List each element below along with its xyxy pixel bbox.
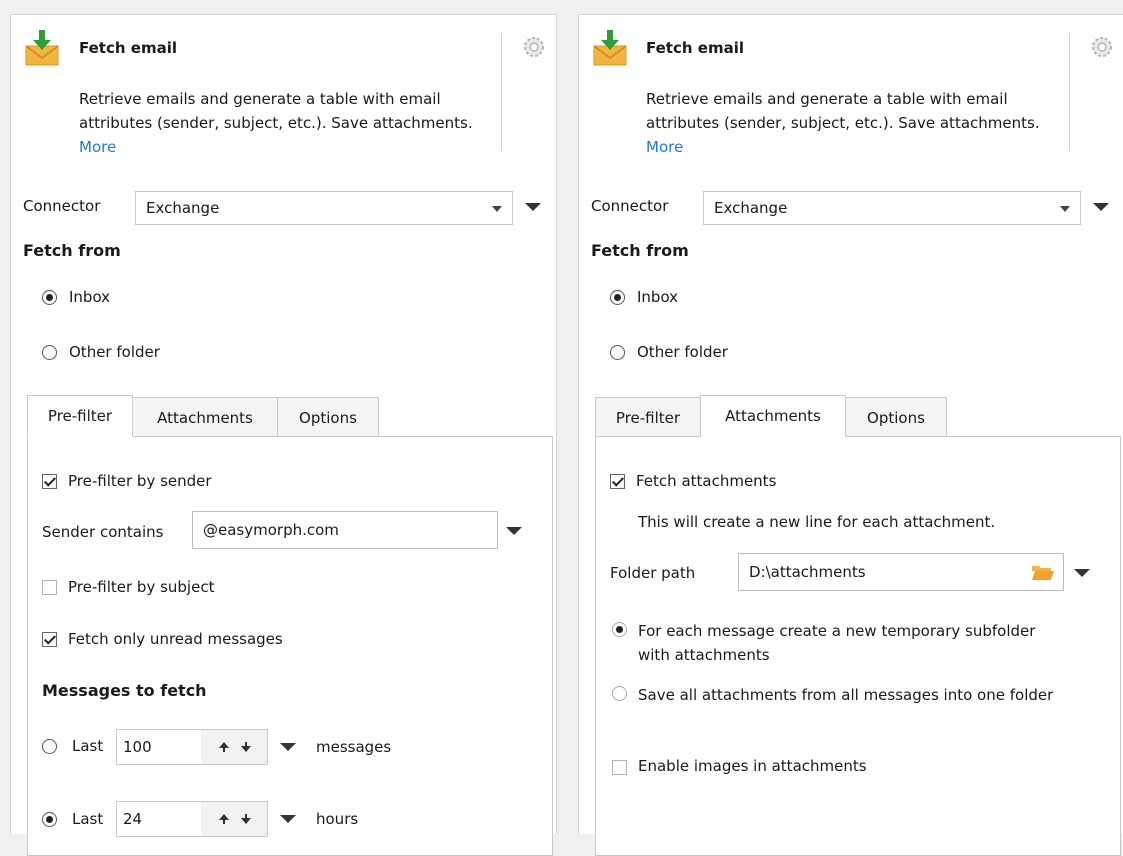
enable-images-checkbox[interactable] (612, 760, 627, 775)
more-link[interactable]: More (646, 138, 683, 156)
radio-other-folder[interactable] (42, 345, 57, 360)
increment-stem (223, 820, 225, 824)
messages-count-options-arrow-icon[interactable] (280, 743, 296, 751)
email-download-icon (593, 30, 627, 66)
radio-last-messages[interactable] (42, 739, 57, 754)
connector-select[interactable]: Exchange (703, 191, 1081, 225)
gear-icon[interactable] (1090, 35, 1114, 59)
fetch-attachments-checkbox[interactable] (610, 474, 625, 489)
tab-options[interactable]: Options (277, 397, 379, 437)
radio-temp-subfolder[interactable] (612, 622, 627, 637)
tab-pre-filter[interactable]: Pre-filter (595, 397, 701, 437)
prefilter-subject-checkbox[interactable] (42, 580, 57, 595)
messages-count-value: 100 (123, 738, 152, 756)
page-title: Fetch email (646, 39, 744, 57)
folder-path-value: D:\attachments (749, 563, 866, 581)
email-download-icon (25, 30, 59, 66)
tab-attachments[interactable]: Attachments (132, 397, 278, 437)
right-panel: Fetch email Retrieve emails and generate… (578, 14, 1123, 856)
hours-unit-label: hours (316, 810, 359, 828)
pre-filter-tab-content: Pre-filter by sender Sender contains @ea… (27, 436, 553, 856)
tool-description: Retrieve emails and generate a table wit… (79, 90, 473, 156)
prefilter-subject-label: Pre-filter by subject (68, 578, 215, 596)
chevron-down-icon (1060, 206, 1070, 212)
fetch-attachments-label: Fetch attachments (636, 472, 777, 490)
messages-to-fetch-heading: Messages to fetch (42, 681, 207, 700)
page-title: Fetch email (79, 39, 177, 57)
connector-value: Exchange (146, 199, 220, 217)
decrement-icon[interactable] (241, 746, 251, 752)
fetch-from-label: Fetch from (591, 241, 689, 260)
header-divider (501, 33, 502, 151)
header-divider (1069, 33, 1070, 151)
chevron-down-icon (492, 206, 502, 212)
radio-other-folder-label: Other folder (637, 343, 728, 361)
fetch-from-label: Fetch from (23, 241, 121, 260)
radio-other-folder[interactable] (610, 345, 625, 360)
connector-options-arrow-icon[interactable] (1093, 203, 1109, 211)
connector-select[interactable]: Exchange (135, 191, 513, 225)
sender-contains-input[interactable]: @easymorph.com (192, 511, 498, 549)
tab-options[interactable]: Options (845, 397, 947, 437)
messages-count-stepper[interactable]: 100 (116, 729, 268, 765)
unread-only-checkbox[interactable] (42, 632, 57, 647)
folder-icon[interactable] (1031, 563, 1055, 581)
hours-count-spin-buttons (201, 802, 267, 836)
radio-inbox-label: Inbox (69, 288, 111, 306)
radio-temp-subfolder-label: For each message create a new temporary … (638, 622, 1036, 664)
tab-attachments[interactable]: Attachments (700, 395, 846, 437)
sender-options-arrow-icon[interactable] (506, 527, 522, 535)
gear-icon[interactable] (522, 35, 546, 59)
folder-path-options-arrow-icon[interactable] (1074, 569, 1090, 577)
connector-value: Exchange (714, 199, 788, 217)
increment-stem (223, 748, 225, 752)
enable-images-label: Enable images in attachments (638, 757, 867, 775)
tool-description: Retrieve emails and generate a table wit… (646, 90, 1040, 156)
folder-path-label: Folder path (610, 564, 696, 582)
radio-inbox[interactable] (42, 290, 57, 305)
hours-count-options-arrow-icon[interactable] (280, 815, 296, 823)
radio-one-folder-label: Save all attachments from all messages i… (638, 686, 1054, 704)
radio-inbox-label: Inbox (637, 288, 679, 306)
hours-count-stepper[interactable]: 24 (116, 801, 268, 837)
decrement-icon[interactable] (241, 818, 251, 824)
messages-unit-label: messages (316, 738, 392, 756)
hours-count-value: 24 (123, 810, 143, 828)
attachments-tab-content: Fetch attachments This will create a new… (595, 436, 1121, 856)
radio-inbox[interactable] (610, 290, 625, 305)
connector-label: Connector (23, 197, 101, 215)
connector-label: Connector (591, 197, 669, 215)
radio-last-hours[interactable] (42, 812, 57, 827)
last-messages-label: Last (72, 737, 104, 755)
messages-count-spin-buttons (201, 730, 267, 764)
folder-path-input[interactable]: D:\attachments (738, 553, 1064, 591)
unread-only-label: Fetch only unread messages (68, 630, 283, 648)
left-panel: Fetch email Retrieve emails and generate… (10, 14, 557, 856)
more-link[interactable]: More (79, 138, 116, 156)
last-hours-label: Last (72, 810, 104, 828)
connector-options-arrow-icon[interactable] (525, 203, 541, 211)
prefilter-sender-checkbox[interactable] (42, 474, 57, 489)
prefilter-sender-label: Pre-filter by sender (68, 472, 212, 490)
attachments-note: This will create a new line for each att… (638, 513, 996, 531)
tab-pre-filter[interactable]: Pre-filter (27, 395, 133, 437)
radio-other-folder-label: Other folder (69, 343, 160, 361)
radio-one-folder[interactable] (612, 686, 627, 701)
sender-contains-label: Sender contains (42, 523, 164, 541)
